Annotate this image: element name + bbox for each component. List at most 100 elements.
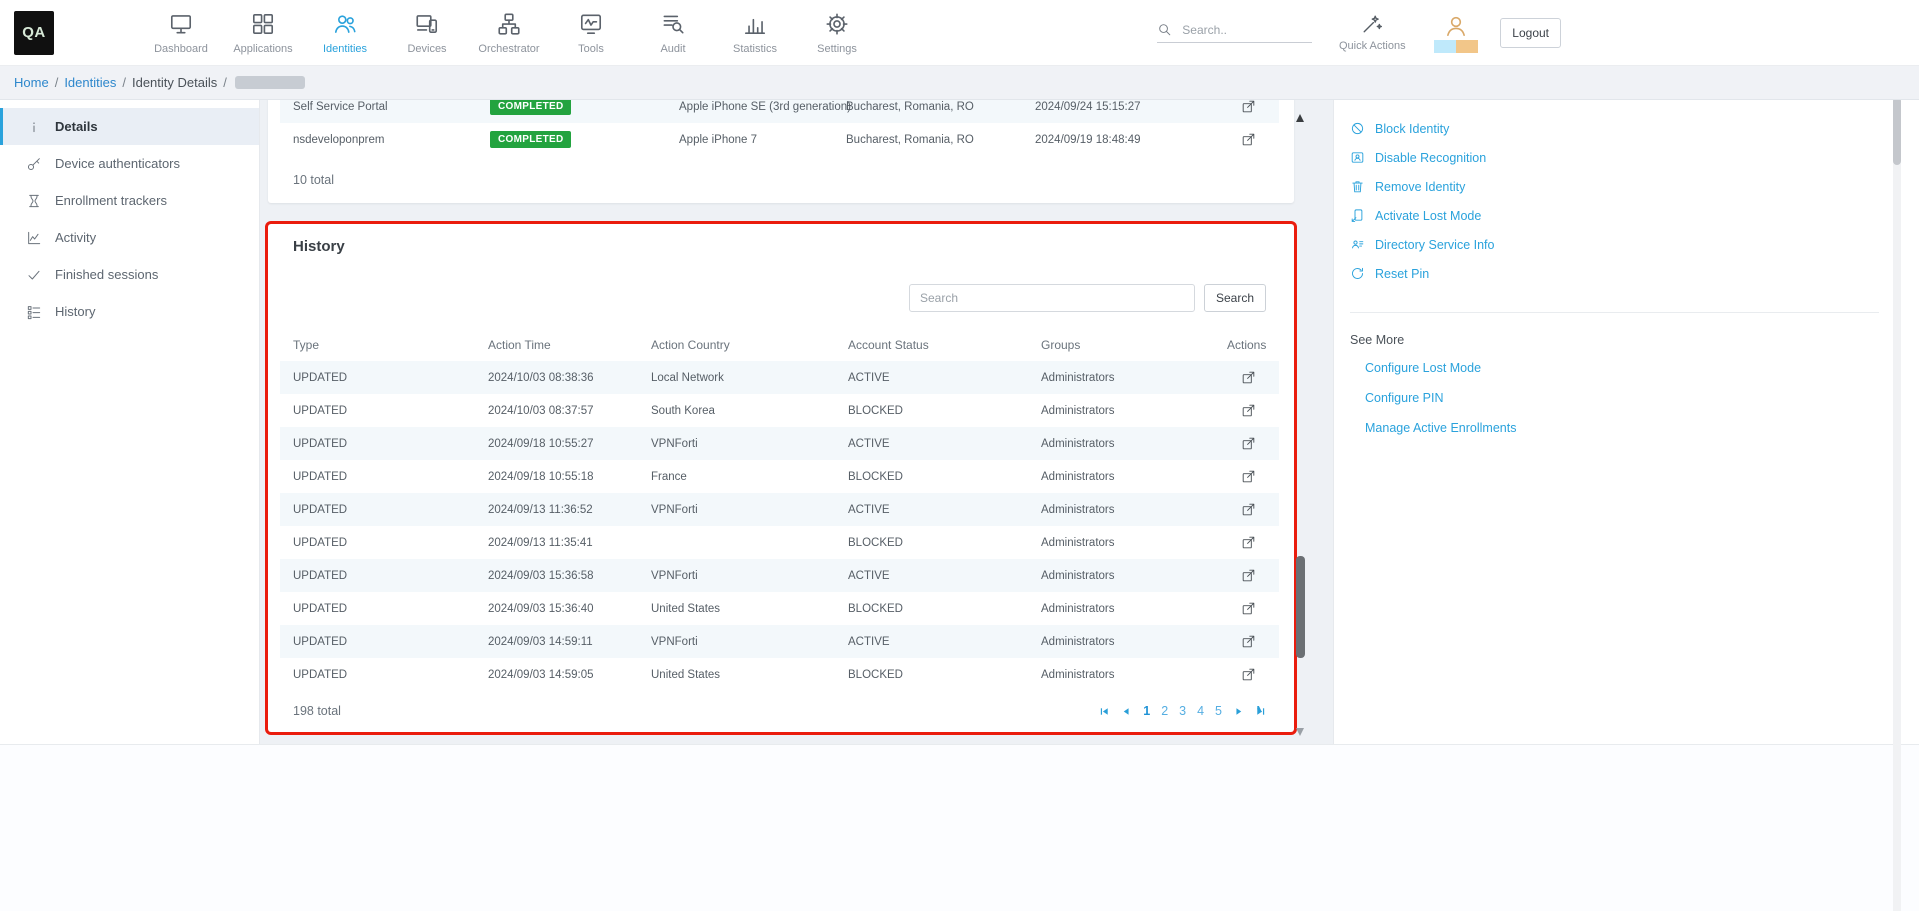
history-account_status: BLOCKED (848, 471, 1041, 483)
quick-actions-button[interactable]: Quick Actions (1336, 13, 1408, 52)
sessions-table-body: Self Service PortalCOMPLETEDApple iPhone… (293, 100, 1266, 156)
next-page-button[interactable] (1233, 706, 1244, 717)
redacted-identity-name (235, 76, 305, 89)
sidebar-item-device-authenticators[interactable]: Device authenticators (0, 145, 259, 182)
content-row: DetailsDevice authenticatorsEnrollment t… (0, 100, 1919, 744)
session-actions-cell (1235, 132, 1266, 147)
history-groups: Administrators (1041, 372, 1227, 384)
history-search-button[interactable]: Search (1204, 284, 1266, 312)
page-scrollbar-thumb[interactable] (1893, 97, 1901, 165)
history-row: UPDATED2024/09/18 10:55:27VPNFortiACTIVE… (280, 427, 1279, 460)
panel-action-reset-pin[interactable]: Reset Pin (1350, 259, 1879, 288)
history-type: UPDATED (293, 669, 488, 681)
history-groups: Administrators (1041, 504, 1227, 516)
open-details-icon[interactable] (1241, 132, 1256, 147)
open-details-icon[interactable] (1241, 100, 1256, 114)
history-action_country: France (651, 471, 848, 483)
content-scrollbar[interactable] (1296, 100, 1305, 744)
history-row: UPDATED2024/09/03 15:36:58VPNFortiACTIVE… (280, 559, 1279, 592)
column-header-action-country: Action Country (651, 338, 848, 352)
nav-item-devices[interactable]: Devices (386, 11, 468, 55)
nav-item-label: Identities (323, 43, 367, 55)
open-details-icon[interactable] (1241, 436, 1256, 451)
open-details-icon[interactable] (1241, 370, 1256, 385)
sidebar-item-details[interactable]: Details (0, 108, 259, 145)
history-groups: Administrators (1041, 471, 1227, 483)
app-logo[interactable]: QA (14, 11, 54, 55)
sidebar-item-activity[interactable]: Activity (0, 219, 259, 256)
session-row: nsdeveloponpremCOMPLETEDApple iPhone 7Bu… (280, 123, 1279, 156)
history-actions-cell (1227, 667, 1266, 682)
logout-button[interactable]: Logout (1500, 18, 1561, 48)
main-content: Self Service PortalCOMPLETEDApple iPhone… (260, 100, 1333, 744)
prev-page-button[interactable] (1121, 706, 1132, 717)
first-page-button[interactable] (1099, 706, 1110, 717)
history-footer: 198 total 12345 (293, 704, 1266, 718)
sidebar-item-label: Activity (55, 230, 96, 245)
panel-action-directory-service-info[interactable]: Directory Service Info (1350, 230, 1879, 259)
last-page-button[interactable] (1255, 706, 1266, 717)
nav-item-dashboard[interactable]: Dashboard (140, 11, 222, 55)
open-details-icon[interactable] (1241, 535, 1256, 550)
history-row: UPDATED2024/09/03 15:36:40United StatesB… (280, 592, 1279, 625)
orchestrator-icon (496, 11, 522, 37)
see-more-configure-pin[interactable]: Configure PIN (1365, 383, 1879, 413)
history-type: UPDATED (293, 438, 488, 450)
column-header-actions: Actions (1227, 338, 1276, 352)
column-header-type: Type (293, 338, 488, 352)
history-account_status: ACTIVE (848, 438, 1041, 450)
global-search-input[interactable] (1182, 23, 1300, 37)
nav-item-settings[interactable]: Settings (796, 11, 878, 55)
page-scrollbar[interactable] (1893, 66, 1901, 911)
history-row: UPDATED2024/09/03 14:59:11VPNFortiACTIVE… (280, 625, 1279, 658)
nav-item-orchestrator[interactable]: Orchestrator (468, 11, 550, 55)
search-icon (1157, 22, 1172, 37)
nav-item-applications[interactable]: Applications (222, 11, 304, 55)
history-type: UPDATED (293, 372, 488, 384)
panel-action-remove-identity[interactable]: Remove Identity (1350, 172, 1879, 201)
panel-action-label: Activate Lost Mode (1375, 209, 1481, 223)
history-row: UPDATED2024/09/03 14:59:05United StatesB… (280, 658, 1279, 691)
panel-action-disable-recognition[interactable]: Disable Recognition (1350, 143, 1879, 172)
sidebar-item-enrollment-trackers[interactable]: Enrollment trackers (0, 182, 259, 219)
breadcrumb-link-identities[interactable]: Identities (64, 75, 116, 90)
nav-item-identities[interactable]: Identities (304, 11, 386, 55)
open-details-icon[interactable] (1241, 502, 1256, 517)
page-number-3[interactable]: 3 (1179, 704, 1186, 718)
open-details-icon[interactable] (1241, 634, 1256, 649)
page-number-1[interactable]: 1 (1143, 704, 1150, 718)
scroll-down-arrow-icon[interactable] (1296, 728, 1304, 736)
open-details-icon[interactable] (1241, 568, 1256, 583)
history-groups: Administrators (1041, 636, 1227, 648)
panel-action-block-identity[interactable]: Block Identity (1350, 114, 1879, 143)
content-scrollbar-thumb[interactable] (1296, 556, 1305, 658)
history-action_country: United States (651, 669, 848, 681)
global-search (1157, 22, 1312, 43)
history-search-input[interactable] (909, 284, 1195, 312)
breadcrumb-current: Identity Details (132, 75, 217, 90)
see-more-manage-active-enrollments[interactable]: Manage Active Enrollments (1365, 413, 1879, 443)
user-avatar[interactable] (1434, 13, 1478, 53)
page-number-5[interactable]: 5 (1215, 704, 1222, 718)
sidebar-item-label: Finished sessions (55, 267, 158, 282)
open-details-icon[interactable] (1241, 601, 1256, 616)
sidebar-item-history[interactable]: History (0, 293, 259, 330)
nav-item-statistics[interactable]: Statistics (714, 11, 796, 55)
see-more-configure-lost-mode[interactable]: Configure Lost Mode (1365, 353, 1879, 383)
nav-item-tools[interactable]: Tools (550, 11, 632, 55)
history-search-row: Search (293, 284, 1266, 312)
page-number-2[interactable]: 2 (1161, 704, 1168, 718)
breadcrumb-link-home[interactable]: Home (14, 75, 49, 90)
sidebar-item-finished-sessions[interactable]: Finished sessions (0, 256, 259, 293)
history-row: UPDATED2024/09/13 11:35:41BLOCKEDAdminis… (280, 526, 1279, 559)
open-details-icon[interactable] (1241, 667, 1256, 682)
open-details-icon[interactable] (1241, 469, 1256, 484)
scroll-up-arrow-icon[interactable] (1296, 114, 1304, 122)
history-action_country: VPNForti (651, 636, 848, 648)
panel-action-activate-lost-mode[interactable]: Activate Lost Mode (1350, 201, 1879, 230)
history-action_time: 2024/09/18 10:55:27 (488, 438, 651, 450)
history-actions-cell (1227, 535, 1266, 550)
nav-item-audit[interactable]: Audit (632, 11, 714, 55)
open-details-icon[interactable] (1241, 403, 1256, 418)
page-number-4[interactable]: 4 (1197, 704, 1204, 718)
